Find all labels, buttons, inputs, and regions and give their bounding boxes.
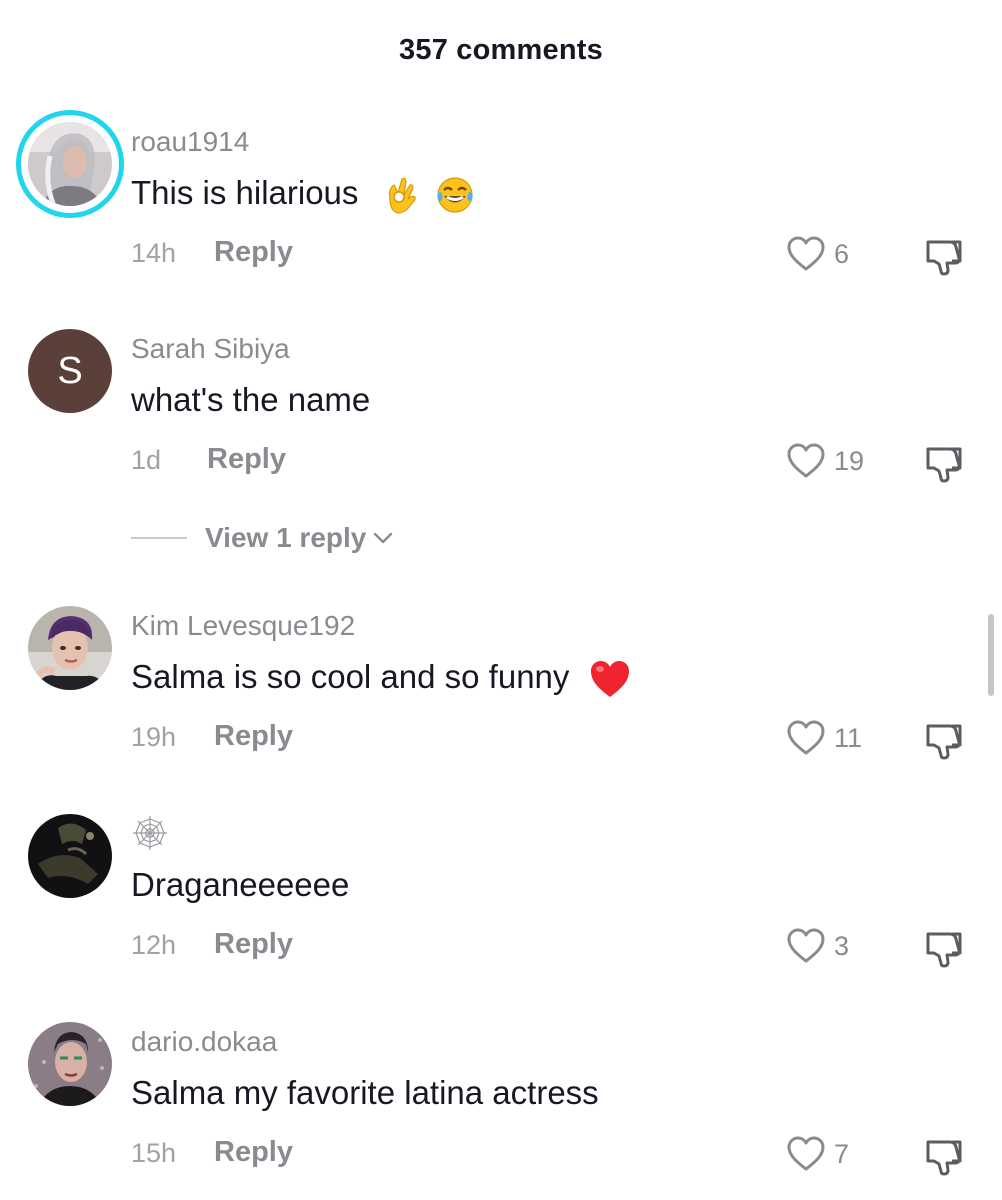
thumbs-down-icon [926,447,962,483]
comment-username[interactable]: dario.dokaa [131,1026,277,1058]
comment-text: what's the name [131,381,370,419]
thumbs-down-icon [926,1140,962,1176]
comment-text: Salma my favorite latina actress [131,1074,599,1112]
avatar[interactable] [28,606,112,690]
like-count: 3 [834,930,850,961]
comment-username[interactable]: roau1914 [131,126,249,158]
avatar-photo [28,122,112,206]
comment-body: This is hilarious [131,174,359,211]
reply-button[interactable]: Reply [214,1136,293,1169]
comment-timestamp: 19h [131,722,177,752]
comment-body: Salma is so cool and so funny [131,658,570,695]
comments-count-title: 357 comments [399,34,603,66]
divider-line [131,537,187,539]
spider-web-icon [133,816,167,850]
comments-header: 357 comments [0,34,1002,67]
avatar[interactable] [28,814,112,898]
comment-text: Salma is so cool and so funny [131,658,631,699]
avatar-with-story-ring[interactable] [16,110,124,218]
dislike-button[interactable] [922,1134,966,1178]
comment-body: Draganeeeeee [131,866,350,903]
ok-hand-emoji [388,178,416,214]
tears-of-joy-emoji [437,177,473,213]
comment-item: roau1914 This is hilarious 14h Reply 6 [0,108,1002,276]
comment-timestamp: 1d [131,445,162,475]
comment-item: dario.dokaa Salma my favorite latina act… [0,1008,1002,1176]
avatar-photo [28,814,112,898]
avatar[interactable] [28,1022,112,1106]
heart-outline-icon [787,928,825,963]
comment-text: This is hilarious [131,174,475,215]
reply-button[interactable]: Reply [207,443,286,476]
chevron-down-icon [374,532,393,544]
comment-username[interactable]: Sarah Sibiya [131,333,290,365]
red-heart-emoji [590,661,629,698]
comment-text: Draganeeeeee [131,866,349,904]
scrollbar-thumb[interactable] [988,614,994,696]
avatar-photo [28,1022,112,1106]
heart-outline-icon [787,236,825,271]
thumbs-down-icon [926,240,962,276]
heart-outline-icon [787,443,825,478]
comment-item: Kim Levesque192 Salma is so cool and so … [0,592,1002,760]
comment-item: Draganeeeeee 12h Reply 3 [0,800,1002,968]
view-replies-button[interactable]: View 1 reply [131,518,394,558]
like-count: 6 [834,238,850,269]
heart-outline-icon [787,720,825,755]
like-button[interactable]: 7 [786,1134,849,1174]
comment-body: what's the name [131,381,371,418]
comment-body: Salma my favorite latina actress [131,1074,599,1111]
reply-button[interactable]: Reply [214,236,293,269]
comment-item: S Sarah Sibiya what's the name 1d Reply … [0,315,1002,483]
view-replies-label: View 1 reply [205,522,367,553]
heart-outline-icon [787,1136,825,1171]
thumbs-down-icon [926,932,962,968]
avatar[interactable]: S [28,329,112,413]
reply-button[interactable]: Reply [214,720,293,753]
avatar-letter: S [57,350,83,392]
like-count: 19 [834,445,865,476]
like-button[interactable]: 6 [786,234,849,274]
dislike-button[interactable] [922,441,966,485]
like-button[interactable]: 11 [786,718,862,758]
dislike-button[interactable] [922,926,966,970]
dislike-button[interactable] [922,718,966,762]
like-button[interactable]: 3 [786,926,849,966]
thumbs-down-icon [926,724,962,760]
like-count: 11 [834,722,863,753]
comment-username[interactable]: Kim Levesque192 [131,610,355,642]
avatar-photo [28,606,112,690]
like-count: 7 [834,1138,850,1169]
dislike-button[interactable] [922,234,966,278]
username-icon[interactable] [131,814,169,857]
reply-button[interactable]: Reply [214,928,293,961]
comment-timestamp: 15h [131,1138,177,1168]
comment-timestamp: 12h [131,930,177,960]
comment-timestamp: 14h [131,238,177,268]
like-button[interactable]: 19 [786,441,864,481]
